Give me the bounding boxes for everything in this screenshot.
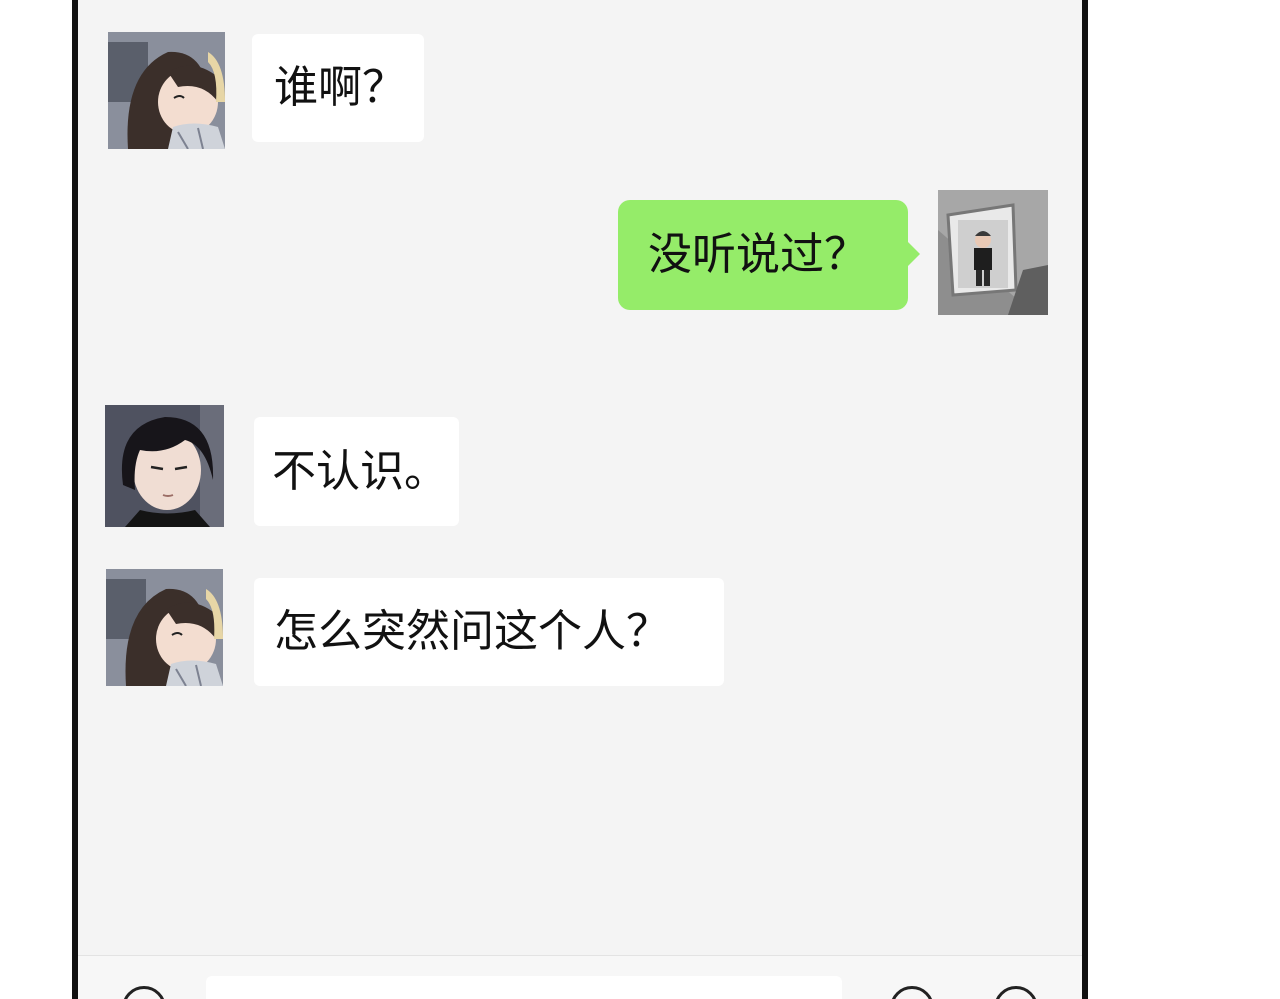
girl-long-hair-avatar[interactable] xyxy=(106,569,223,686)
girl-long-hair-avatar[interactable] xyxy=(108,32,225,149)
message-text: 不认识。 xyxy=(272,445,448,497)
add-icon[interactable] xyxy=(994,986,1038,999)
voice-icon[interactable] xyxy=(122,986,166,999)
emoji-icon[interactable] xyxy=(890,986,934,999)
phone-frame: 谁啊？ 没听说过？ 不认识。 怎么突然问这个人？ xyxy=(72,0,1088,999)
message-bubble[interactable]: 怎么突然问这个人？ xyxy=(254,578,724,686)
message-bubble[interactable]: 不认识。 xyxy=(254,417,459,526)
message-bubble[interactable]: 没听说过？ xyxy=(618,200,920,310)
message-text: 怎么突然问这个人？ xyxy=(274,606,670,657)
message-text: 没听说过？ xyxy=(648,229,868,280)
chat-input-bar xyxy=(78,955,1082,999)
boy-photo-avatar[interactable] xyxy=(938,190,1048,315)
man-dark-hair-avatar[interactable] xyxy=(105,405,224,527)
message-bubble[interactable]: 谁啊？ xyxy=(252,34,424,142)
message-text: 谁啊？ xyxy=(274,62,406,113)
message-input[interactable] xyxy=(206,976,842,999)
